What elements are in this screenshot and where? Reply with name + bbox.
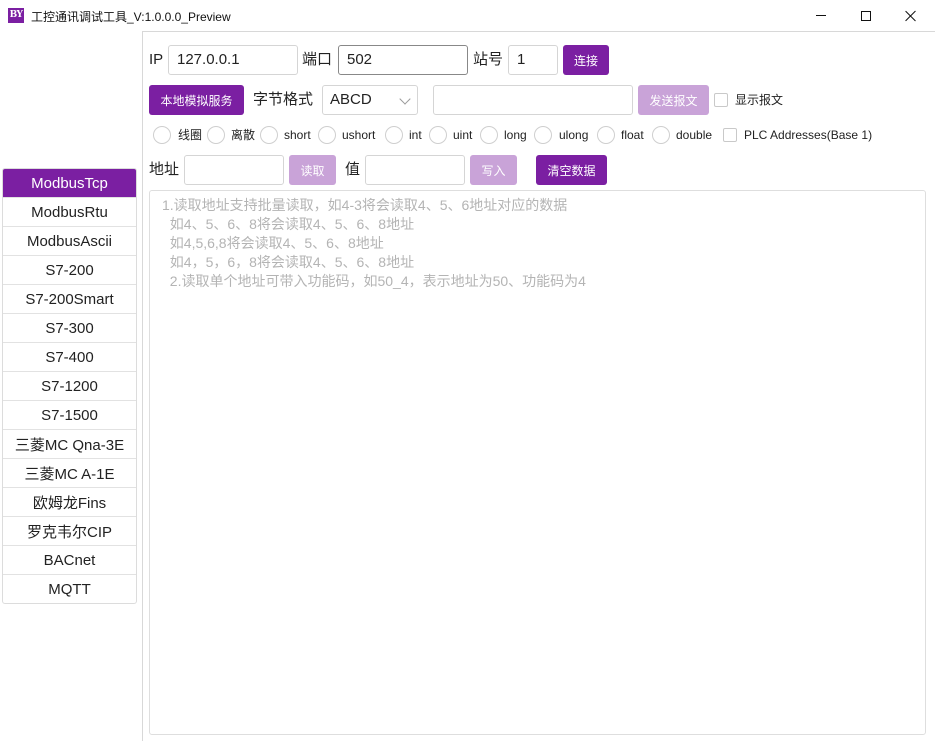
radio-float-label: float	[621, 128, 644, 142]
connect-button[interactable]: 连接	[563, 45, 609, 75]
nav-item-modbusrtu[interactable]: ModbusRtu	[3, 198, 136, 227]
radio-ushort-label: ushort	[342, 128, 376, 142]
radio-ulong[interactable]	[534, 126, 552, 144]
close-icon	[905, 10, 917, 22]
log-line: 1.读取地址支持批量读取，如4-3将会读取4、5、6地址对应的数据	[162, 197, 568, 213]
radio-uint[interactable]	[429, 126, 447, 144]
byte-format-value: ABCD	[330, 91, 372, 108]
clear-data-button[interactable]: 清空数据	[536, 155, 607, 185]
station-input[interactable]: 1	[508, 45, 558, 75]
ip-label: IP	[149, 51, 164, 68]
radio-double[interactable]	[652, 126, 670, 144]
radio-long[interactable]	[480, 126, 498, 144]
app-window: BY 工控通讯调试工具_V:1.0.0.0_Preview ModbusTcp …	[0, 0, 937, 742]
radio-short-label: short	[284, 128, 311, 142]
address-input[interactable]	[184, 155, 284, 185]
output-log-textarea[interactable]: 1.读取地址支持批量读取，如4-3将会读取4、5、6地址对应的数据 如4、5、6…	[149, 190, 926, 735]
nav-item-modbusascii[interactable]: ModbusAscii	[3, 227, 136, 256]
port-input[interactable]: 502	[338, 45, 468, 75]
show-message-label: 显示报文	[735, 93, 784, 107]
nav-item-s7-300[interactable]: S7-300	[3, 314, 136, 343]
station-label: 站号	[473, 51, 504, 68]
log-line: 2.读取单个地址可带入功能码，如50_4，表示地址为50、功能码为4	[162, 273, 586, 289]
radio-ushort[interactable]	[318, 126, 336, 144]
nav-item-s7-1200[interactable]: S7-1200	[3, 372, 136, 401]
minimize-icon	[816, 15, 826, 16]
nav-item-omron-fins[interactable]: 欧姆龙Fins	[3, 488, 136, 517]
radio-ulong-label: ulong	[559, 128, 589, 142]
title-bar: BY 工控通讯调试工具_V:1.0.0.0_Preview	[0, 0, 937, 31]
radio-float[interactable]	[597, 126, 615, 144]
protocol-nav: ModbusTcp ModbusRtu ModbusAscii S7-200 S…	[2, 168, 137, 604]
radio-uint-label: uint	[453, 128, 473, 142]
log-line: 如4,5,6,8将会读取4、5、6、8地址	[162, 235, 384, 251]
maximize-icon	[861, 10, 871, 21]
radio-long-label: long	[504, 128, 527, 142]
nav-item-modbustcp[interactable]: ModbusTcp	[3, 169, 136, 198]
radio-double-label: double	[676, 128, 713, 142]
address-label: 地址	[149, 161, 180, 178]
port-label: 端口	[302, 51, 333, 68]
close-button[interactable]	[888, 0, 934, 31]
local-sim-service-button[interactable]: 本地模拟服务	[149, 85, 244, 115]
nav-item-s7-200[interactable]: S7-200	[3, 256, 136, 285]
message-input[interactable]	[433, 85, 633, 115]
show-message-checkbox[interactable]	[714, 93, 728, 107]
chevron-down-icon	[399, 93, 411, 105]
maximize-button[interactable]	[843, 0, 889, 31]
nav-item-mitsubishi-a-1e[interactable]: 三菱MC A-1E	[3, 459, 136, 488]
nav-item-s7-1500[interactable]: S7-1500	[3, 401, 136, 430]
ip-input[interactable]: 127.0.0.1	[168, 45, 298, 75]
byte-format-label: 字节格式	[253, 91, 314, 108]
radio-int[interactable]	[385, 126, 403, 144]
window-title: 工控通讯调试工具_V:1.0.0.0_Preview	[31, 10, 231, 24]
nav-item-bacnet[interactable]: BACnet	[3, 546, 136, 575]
write-button[interactable]: 写入	[470, 155, 517, 185]
nav-item-s7-400[interactable]: S7-400	[3, 343, 136, 372]
radio-discrete[interactable]	[207, 126, 225, 144]
radio-coil[interactable]	[153, 126, 171, 144]
send-message-button[interactable]: 发送报文	[638, 85, 709, 115]
nav-item-mqtt[interactable]: MQTT	[3, 575, 136, 604]
nav-item-rockwell-cip[interactable]: 罗克韦尔CIP	[3, 517, 136, 546]
main-panel: IP 127.0.0.1 端口 502 站号 1 连接 本地模拟服务 字节格式 …	[142, 31, 935, 741]
radio-coil-label: 线圈	[178, 128, 203, 142]
radio-int-label: int	[409, 128, 422, 142]
app-logo-icon: BY	[8, 8, 24, 23]
nav-item-s7-200smart[interactable]: S7-200Smart	[3, 285, 136, 314]
plc-addresses-checkbox[interactable]	[723, 128, 737, 142]
radio-discrete-label: 离散	[231, 128, 256, 142]
log-line: 如4、5、6、8将会读取4、5、6、8地址	[162, 216, 415, 232]
nav-item-mitsubishi-qna-3e[interactable]: 三菱MC Qna-3E	[3, 430, 136, 459]
value-input[interactable]	[365, 155, 465, 185]
byte-format-select[interactable]: ABCD	[322, 85, 418, 115]
radio-short[interactable]	[260, 126, 278, 144]
minimize-button[interactable]	[798, 0, 844, 31]
read-button[interactable]: 读取	[289, 155, 336, 185]
log-line: 如4，5，6，8将会读取4、5、6、8地址	[162, 254, 415, 270]
value-label: 值	[345, 161, 361, 178]
plc-addresses-label: PLC Addresses(Base 1)	[744, 128, 873, 142]
